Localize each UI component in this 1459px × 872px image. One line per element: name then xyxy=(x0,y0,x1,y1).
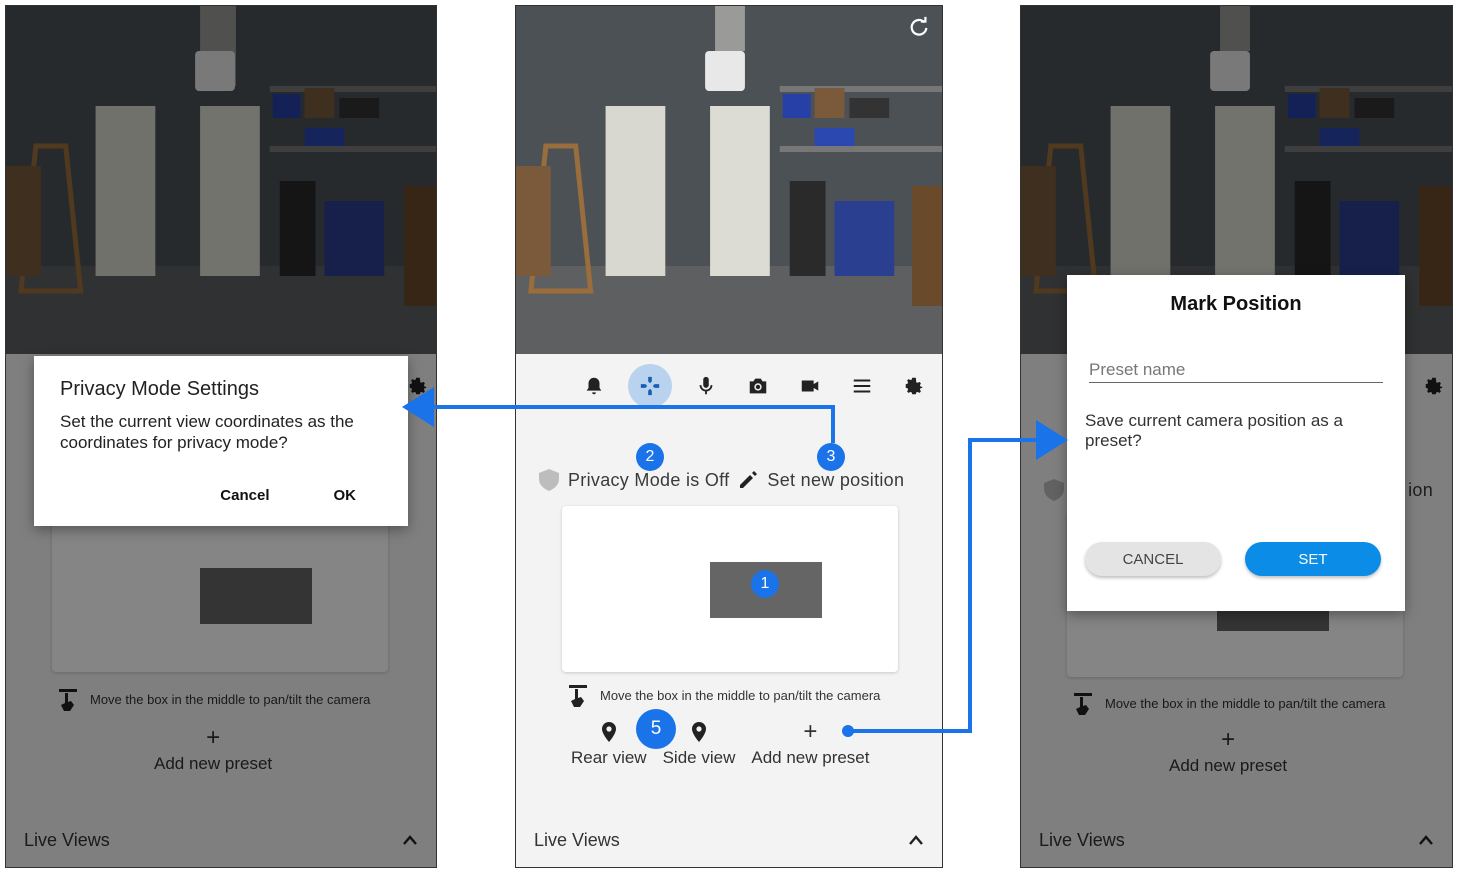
step-badge-2: 2 xyxy=(636,443,664,471)
pan-tilt-hint: Move the box in the middle to pan/tilt t… xyxy=(566,682,880,708)
refresh-icon[interactable] xyxy=(908,16,930,38)
camera-icon xyxy=(749,378,767,394)
alarm-button[interactable] xyxy=(576,368,612,404)
pan-tilt-hint-text: Move the box in the middle to pan/tilt t… xyxy=(600,687,881,703)
mic-icon xyxy=(699,376,713,395)
microphone-button[interactable] xyxy=(688,368,724,404)
ptz-control-button[interactable] xyxy=(628,364,672,408)
list-icon xyxy=(853,379,871,393)
cancel-button[interactable]: Cancel xyxy=(220,487,269,504)
live-views-bar[interactable]: Live Views xyxy=(516,813,942,867)
shield-icon xyxy=(539,469,559,491)
dialog-message: Save current camera position as a preset… xyxy=(1085,411,1343,450)
dialog-message: Set the current view coordinates as the … xyxy=(60,412,354,452)
add-preset-button[interactable]: + Add new preset xyxy=(751,720,869,768)
step-badge-1: 1 xyxy=(751,570,779,598)
preset-list: Rear view Side view + Add new preset xyxy=(571,720,870,768)
dialog-title: Privacy Mode Settings xyxy=(60,378,259,400)
ptz-joystick-pad[interactable] xyxy=(562,506,898,672)
set-button[interactable]: SET xyxy=(1245,542,1381,576)
step-badge-3: 3 xyxy=(817,443,845,471)
privacy-mode-row: Privacy Mode is Off Set new position xyxy=(538,468,904,492)
plus-icon: + xyxy=(803,718,818,745)
preset-label: Rear view xyxy=(571,748,647,767)
privacy-status-text: Privacy Mode is Off xyxy=(568,469,730,490)
dialog-title: Mark Position xyxy=(1170,293,1302,315)
snapshot-button[interactable] xyxy=(740,368,776,404)
garage-scene-image xyxy=(516,6,942,354)
pencil-icon[interactable] xyxy=(737,468,759,492)
camera-feed xyxy=(516,6,942,354)
camera-controls-bar xyxy=(516,354,942,418)
dialog-actions: Cancel OK xyxy=(220,487,356,504)
set-new-position-link[interactable]: Set new position xyxy=(767,470,904,491)
live-views-label: Live Views xyxy=(534,829,620,850)
location-pin-icon xyxy=(691,722,706,742)
touch-pan-icon xyxy=(569,685,587,707)
preset-name-input[interactable] xyxy=(1089,357,1383,383)
ok-button[interactable]: OK xyxy=(334,487,357,504)
preset-label: Side view xyxy=(662,748,736,767)
tutorial-stage: n Move the box in the middle to pan/tilt… xyxy=(0,0,1459,872)
video-icon xyxy=(801,380,819,392)
cancel-button[interactable]: CANCEL xyxy=(1085,542,1221,576)
center-phone-screen: Privacy Mode is Off Set new position Mov… xyxy=(515,5,943,868)
add-preset-label: Add new preset xyxy=(751,748,870,767)
location-pin-icon xyxy=(601,722,616,742)
privacy-mode-dialog: Privacy Mode Settings Set the current vi… xyxy=(34,356,408,526)
events-list-button[interactable] xyxy=(844,368,880,404)
bell-icon xyxy=(585,377,603,395)
gamepad-icon xyxy=(640,376,660,396)
record-button[interactable] xyxy=(792,368,828,404)
gear-icon xyxy=(905,377,923,395)
mark-position-dialog: Mark Position Save current camera positi… xyxy=(1067,275,1405,611)
step-badge-5: 5 xyxy=(636,709,676,749)
chevron-up-icon[interactable] xyxy=(908,834,924,846)
settings-button[interactable] xyxy=(896,368,932,404)
